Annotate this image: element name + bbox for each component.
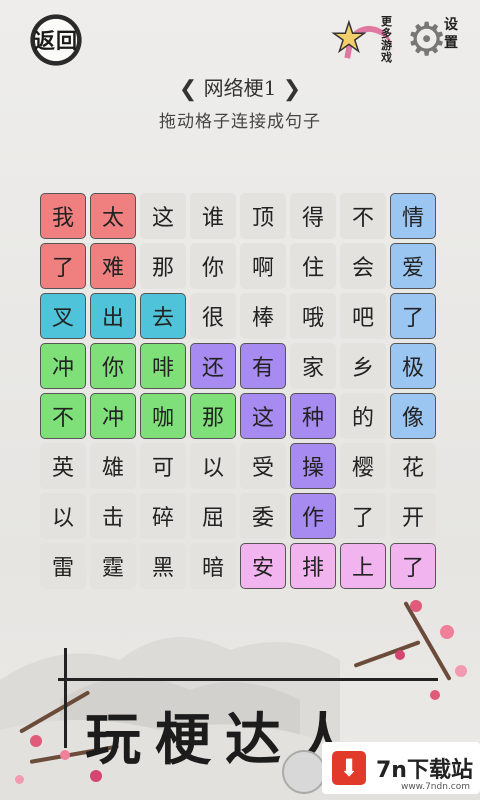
level-header: ❮ 网络梗1 ❯ [0, 72, 480, 102]
blossom [395, 650, 405, 660]
grid-cell[interactable]: 雄 [90, 443, 136, 489]
blossom [15, 775, 24, 784]
watermark-badge: ⬇ 7n下载站 www.7ndn.com [322, 742, 480, 794]
grid-cell[interactable]: 上 [340, 543, 386, 589]
grid-cell[interactable]: 屈 [190, 493, 236, 539]
grid-cell[interactable]: 了 [390, 543, 436, 589]
grid-cell[interactable]: 顶 [240, 193, 286, 239]
grid-cell[interactable]: 家 [290, 343, 336, 389]
grid-cell[interactable]: 爱 [390, 243, 436, 289]
grid-cell[interactable]: 的 [340, 393, 386, 439]
grid-cell[interactable]: 这 [240, 393, 286, 439]
grid-cell[interactable]: 啊 [240, 243, 286, 289]
grid-cell[interactable]: 操 [290, 443, 336, 489]
watermark-text: 7n下载站 [376, 758, 473, 783]
grid-cell[interactable]: 霆 [90, 543, 136, 589]
grid-cell[interactable]: 种 [290, 393, 336, 439]
grid-cell[interactable]: 棒 [240, 293, 286, 339]
grid-cell[interactable]: 太 [90, 193, 136, 239]
grid-cell[interactable]: 你 [190, 243, 236, 289]
grid-cell[interactable]: 作 [290, 493, 336, 539]
blossom [430, 690, 440, 700]
star-icon: ★ [330, 15, 367, 61]
grid-cell[interactable]: 出 [90, 293, 136, 339]
grid-cell[interactable]: 受 [240, 443, 286, 489]
grid-cell[interactable]: 击 [90, 493, 136, 539]
grid-cell[interactable]: 可 [140, 443, 186, 489]
grid-cell[interactable]: 委 [240, 493, 286, 539]
banner-frame-left [64, 648, 67, 748]
grid-cell[interactable]: 碎 [140, 493, 186, 539]
settings-button[interactable]: ⚙ 设置 [406, 12, 458, 66]
grid-cell[interactable]: 排 [290, 543, 336, 589]
more-games-button[interactable]: ★ 更多游戏 [330, 14, 401, 66]
grid-cell[interactable]: 以 [40, 493, 86, 539]
back-label: 返回 [34, 28, 78, 53]
grid-cell[interactable]: 难 [90, 243, 136, 289]
next-level-arrow[interactable]: ❯ [283, 77, 301, 102]
grid-cell[interactable]: 住 [290, 243, 336, 289]
prev-level-arrow[interactable]: ❮ [179, 77, 197, 102]
blossom [60, 750, 70, 760]
grid-cell[interactable]: 会 [340, 243, 386, 289]
grid-cell[interactable]: 以 [190, 443, 236, 489]
grid-cell[interactable]: 我 [40, 193, 86, 239]
word-grid: 我太这谁顶得不情了难那你啊住会爱叉出去很棒哦吧了冲你啡还有家乡极不冲咖那这种的像… [40, 193, 440, 593]
blossom [455, 665, 467, 677]
grid-cell[interactable]: 情 [390, 193, 436, 239]
level-title: 网络梗1 [203, 76, 277, 100]
download-icon: ⬇ [332, 751, 366, 785]
more-games-label: 更多游戏 [381, 15, 392, 64]
grid-cell[interactable]: 啡 [140, 343, 186, 389]
grid-cell[interactable]: 樱 [340, 443, 386, 489]
watermark-url: www.7ndn.com [400, 782, 470, 792]
instruction-text: 拖动格子连接成句子 [159, 112, 321, 132]
grid-cell[interactable]: 冲 [40, 343, 86, 389]
grid-cell[interactable]: 谁 [190, 193, 236, 239]
grid-cell[interactable]: 咖 [140, 393, 186, 439]
grid-cell[interactable]: 那 [190, 393, 236, 439]
grid-cell[interactable]: 不 [340, 193, 386, 239]
gear-icon: ⚙ [406, 12, 448, 66]
grid-cell[interactable]: 这 [140, 193, 186, 239]
grid-cell[interactable]: 了 [40, 243, 86, 289]
grid-cell[interactable]: 安 [240, 543, 286, 589]
grid-cell[interactable]: 了 [390, 293, 436, 339]
back-button[interactable]: 返回 [22, 10, 90, 70]
grid-cell[interactable]: 有 [240, 343, 286, 389]
grid-cell[interactable]: 还 [190, 343, 236, 389]
grid-cell[interactable]: 了 [340, 493, 386, 539]
grid-cell[interactable]: 去 [140, 293, 186, 339]
grid-cell[interactable]: 花 [390, 443, 436, 489]
grid-cell[interactable]: 你 [90, 343, 136, 389]
banner-frame-top [58, 678, 438, 681]
grid-cell[interactable]: 很 [190, 293, 236, 339]
share-button[interactable] [282, 750, 326, 794]
grid-cell[interactable]: 黑 [140, 543, 186, 589]
grid-cell[interactable]: 乡 [340, 343, 386, 389]
grid-cell[interactable]: 那 [140, 243, 186, 289]
blossom [30, 735, 42, 747]
grid-cell[interactable]: 雷 [40, 543, 86, 589]
grid-cell[interactable]: 开 [390, 493, 436, 539]
grid-cell[interactable]: 像 [390, 393, 436, 439]
grid-cell[interactable]: 叉 [40, 293, 86, 339]
blossom [410, 600, 422, 612]
blossom [440, 625, 454, 639]
settings-label: 设置 [444, 17, 458, 51]
grid-cell[interactable]: 暗 [190, 543, 236, 589]
grid-cell[interactable]: 不 [40, 393, 86, 439]
grid-cell[interactable]: 吧 [340, 293, 386, 339]
grid-cell[interactable]: 极 [390, 343, 436, 389]
grid-cell[interactable]: 哦 [290, 293, 336, 339]
grid-cell[interactable]: 冲 [90, 393, 136, 439]
grid-cell[interactable]: 英 [40, 443, 86, 489]
grid-cell[interactable]: 得 [290, 193, 336, 239]
